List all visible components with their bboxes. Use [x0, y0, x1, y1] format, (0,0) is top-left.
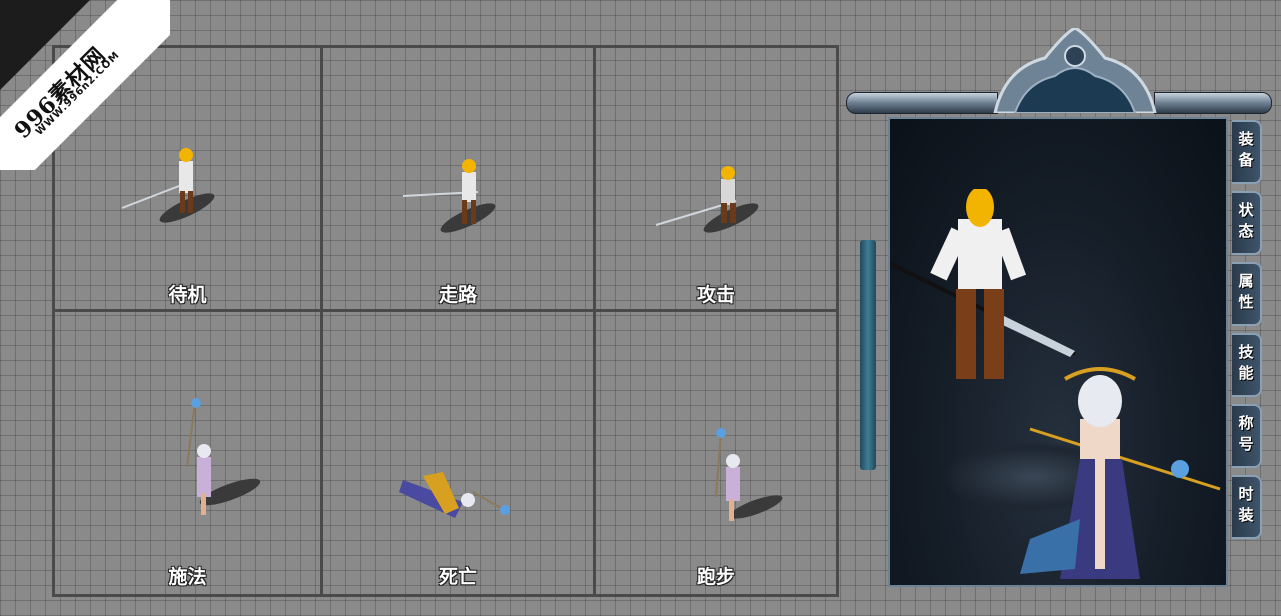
- warrior-sprite: [402, 159, 496, 233]
- watermark: 996素材网 WWW.996n2.COM: [0, 0, 170, 170]
- mage-sprite: [399, 472, 510, 518]
- tab-equipment[interactable]: 装备: [1232, 120, 1262, 184]
- anim-label: 跑步: [696, 566, 735, 588]
- anim-label: 施法: [168, 566, 207, 588]
- side-tab-column: 装备 状态 属性 技能 称号 时装: [1232, 120, 1266, 546]
- tab-label: 属性: [1236, 273, 1255, 315]
- frame-bar-left: [846, 92, 998, 114]
- tab-label: 称号: [1236, 415, 1255, 457]
- tab-titles[interactable]: 称号: [1232, 404, 1262, 468]
- anim-label: 死亡: [438, 566, 477, 588]
- frame-crown-ornament: [993, 28, 1157, 113]
- anim-cell-attack[interactable]: 攻击: [596, 48, 836, 309]
- anim-cell-run[interactable]: 跑步: [596, 312, 836, 594]
- tab-attributes[interactable]: 属性: [1232, 262, 1262, 326]
- animation-grid: 待机 走路 攻击 施法 死亡 跑步: [52, 45, 839, 597]
- tab-label: 装备: [1236, 131, 1255, 173]
- frame-bar-right: [1154, 92, 1272, 114]
- character-models: [890, 189, 1221, 579]
- tab-label: 技能: [1236, 344, 1255, 386]
- anim-label: 待机: [168, 284, 207, 306]
- tab-label: 状态: [1236, 202, 1255, 244]
- mage-sprite: [186, 398, 261, 515]
- anim-label: 攻击: [696, 284, 735, 306]
- frame-ribbon: [860, 240, 876, 470]
- anim-label: 走路: [438, 284, 477, 306]
- mage-sprite: [715, 428, 783, 521]
- tab-status[interactable]: 状态: [1232, 191, 1262, 255]
- tab-fashion[interactable]: 时装: [1232, 475, 1262, 539]
- anim-cell-walk[interactable]: 走路: [323, 48, 593, 309]
- character-viewport: [888, 117, 1228, 587]
- tab-label: 时装: [1236, 486, 1255, 528]
- tab-skills[interactable]: 技能: [1232, 333, 1262, 397]
- anim-cell-death[interactable]: 死亡: [323, 312, 593, 594]
- anim-cell-cast[interactable]: 施法: [55, 312, 320, 594]
- warrior-sprite: [655, 166, 759, 233]
